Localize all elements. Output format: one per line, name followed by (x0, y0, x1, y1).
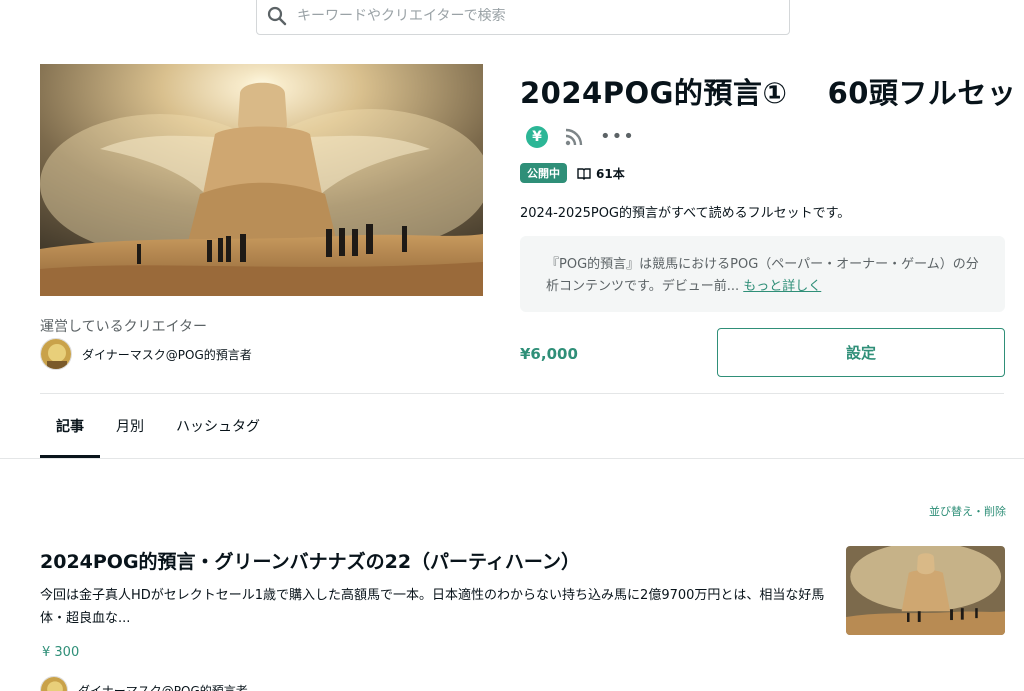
tab-monthly[interactable]: 月別 (100, 404, 160, 456)
tab-bar: 記事 月別 ハッシュタグ (40, 404, 276, 458)
creator-heading: 運営しているクリエイター (40, 319, 208, 335)
search-input[interactable] (297, 7, 757, 24)
search-bar[interactable] (256, 0, 790, 35)
yen-icon: ¥ (526, 126, 548, 148)
divider (40, 393, 1004, 394)
more-icon[interactable]: ••• (600, 128, 635, 146)
avatar (40, 338, 72, 370)
divider (0, 458, 1024, 459)
page-title: 2024POG的預言① 60頭フルセット (520, 76, 1024, 110)
creator-name[interactable]: ダイナーマスク@POG的預言者 (82, 346, 252, 363)
avatar (40, 676, 68, 691)
article-creator-name[interactable]: ダイナーマスク@POG的預言者 (78, 682, 248, 691)
article-title[interactable]: 2024POG的預言・グリーンバナナズの22（パーティハーン） (40, 547, 580, 574)
tab-articles[interactable]: 記事 (40, 404, 100, 458)
settings-button[interactable]: 設定 (717, 328, 1005, 377)
tab-hashtags[interactable]: ハッシュタグ (160, 404, 276, 456)
rss-icon[interactable] (564, 127, 584, 147)
article-creator[interactable]: ダイナーマスク@POG的預言者 (40, 676, 248, 691)
book-icon (577, 167, 591, 180)
sort-delete-link[interactable]: 並び替え・削除 (929, 503, 1006, 519)
article-count-label: 61本 (596, 166, 625, 181)
article-count: 61本 (577, 165, 625, 182)
magazine-cover-image (40, 64, 483, 296)
creator-link[interactable]: ダイナーマスク@POG的預言者 (40, 338, 252, 370)
article-thumbnail[interactable] (846, 546, 1005, 635)
status-badge: 公開中 (520, 163, 567, 183)
article-price: ¥ 300 (42, 645, 80, 660)
article-excerpt: 今回は金子真人HDがセレクトセール1歳で購入した高額馬で一本。日本適性のわからな… (40, 588, 825, 626)
search-icon (267, 6, 287, 26)
magazine-price: ¥6,000 (520, 345, 578, 363)
more-details-link[interactable]: もっと詳しく (743, 279, 821, 294)
magazine-badges: 公開中 61本 (520, 163, 625, 183)
magazine-description: 2024-2025POG的預言がすべて読めるフルセットです。 (520, 206, 851, 221)
magazine-actions: ¥ ••• (526, 126, 635, 148)
magazine-info-box: 『POG的預言』は競馬におけるPOG（ペーパー・オーナー・ゲーム）の分析コンテン… (520, 236, 1005, 312)
